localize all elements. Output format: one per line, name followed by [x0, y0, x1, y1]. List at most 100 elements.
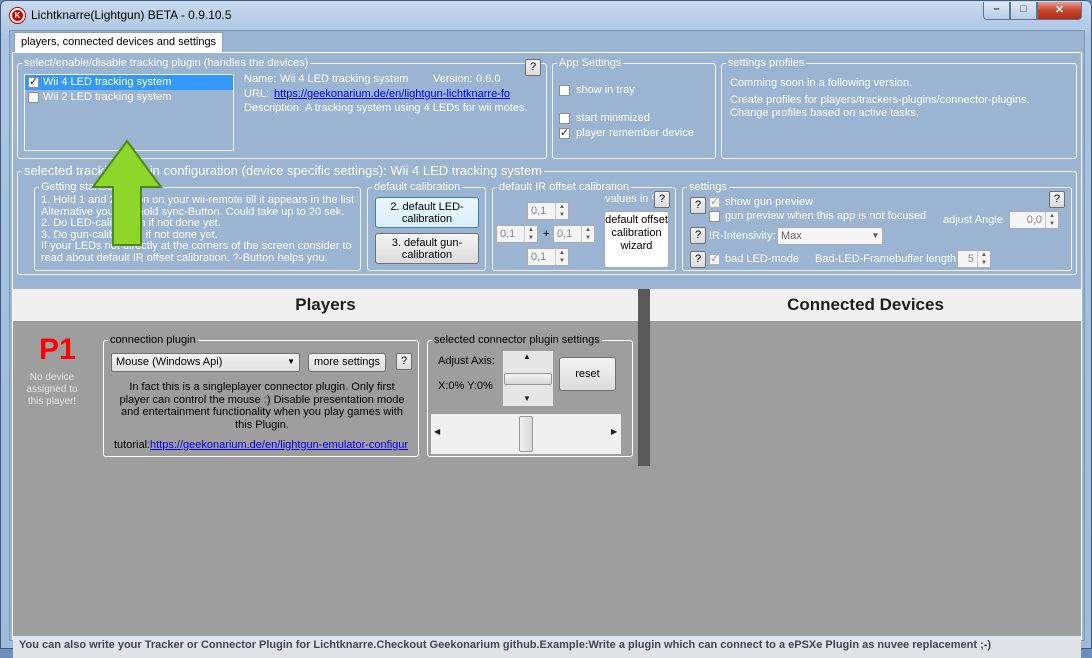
- tracking-settings-legend: settings: [687, 181, 729, 193]
- tracking-settings-group: settings ? show gun preview ? gun previe…: [682, 181, 1072, 271]
- horizontal-scroll-thumb[interactable]: [519, 416, 533, 452]
- players-header: Players: [13, 289, 638, 321]
- preview-help-button[interactable]: ?: [690, 197, 706, 214]
- panel-splitter[interactable]: [638, 289, 650, 466]
- start-minimized-label: start minimized: [576, 112, 650, 124]
- connection-plugin-value: Mouse (Windows Api): [116, 356, 223, 368]
- plugin-description: A tracking system using 4 LEDs for wii m…: [305, 102, 528, 114]
- ir-intensity-select[interactable]: Max ▼: [777, 227, 883, 245]
- adjust-angle-spinner[interactable]: 0,0 ▲ ▼: [1009, 211, 1059, 229]
- offset-bottom-spinner[interactable]: 0,1 ▲ ▼: [527, 248, 569, 266]
- list-item-wii2[interactable]: Wii 2 LED tracking system: [43, 91, 171, 103]
- settings-help-button[interactable]: ?: [1049, 191, 1065, 208]
- show-in-tray-checkbox[interactable]: [559, 85, 570, 96]
- tab-players-devices-settings[interactable]: players, connected devices and settings: [14, 32, 224, 52]
- app-settings-legend: App Settings: [557, 57, 624, 69]
- tutorial-link[interactable]: https://geekonarium.de/en/lightgun-emula…: [150, 439, 408, 451]
- app-settings-group: App Settings show in tray start minimize…: [552, 57, 716, 159]
- list-item-wii4[interactable]: Wii 4 LED tracking system: [43, 76, 171, 88]
- spinner-arrows-icon[interactable]: ▲ ▼: [581, 226, 594, 242]
- settings-profiles-legend: settings profiles: [726, 57, 807, 69]
- offset-top-spinner[interactable]: 0,1 ▲ ▼: [527, 202, 569, 220]
- plugin-url-link[interactable]: https://geekonarium.de/en/lightgun-licht…: [274, 88, 510, 100]
- close-button[interactable]: ✕: [1037, 2, 1082, 20]
- offset-right-spinner[interactable]: 0,1 ▲ ▼: [553, 225, 595, 243]
- plugin-name-value: Wii 4 LED tracking system: [280, 73, 409, 85]
- offset-left-spinner[interactable]: 0,1 ▲ ▼: [496, 225, 538, 243]
- profiles-text-3: Change profiles based on active tasks.: [730, 107, 919, 119]
- bad-led-label: bad LED-mode: [725, 253, 799, 265]
- profiles-text-2: Create profiles for players/trackers-plu…: [730, 94, 1030, 106]
- spinner-arrows-icon[interactable]: ▲ ▼: [1045, 212, 1058, 228]
- adjust-axis-label: Adjust Axis:: [438, 355, 495, 367]
- remember-device-label: player remember device: [576, 127, 694, 139]
- offset-left-value: 0,1: [500, 228, 516, 240]
- vertical-scroll-thumb[interactable]: [504, 373, 552, 385]
- spinner-arrows-icon[interactable]: ▲ ▼: [977, 251, 990, 267]
- chevron-down-icon: ▼: [871, 231, 880, 240]
- values-in-percent-label: values in %: [605, 193, 662, 205]
- preview-unfocused-checkbox[interactable]: [709, 211, 720, 222]
- show-in-tray-label: show in tray: [576, 84, 635, 96]
- scroll-down-icon[interactable]: ▼: [523, 394, 531, 403]
- vertical-axis-scrollbar[interactable]: ▲ ▼: [503, 351, 553, 406]
- reset-button[interactable]: reset: [559, 357, 616, 391]
- scroll-up-icon[interactable]: ▲: [523, 352, 531, 361]
- tracking-help-button[interactable]: ?: [525, 59, 541, 76]
- plugin-config-group: selected tracking plugin configuration (…: [17, 164, 1077, 275]
- ir-offset-help-button[interactable]: ?: [654, 191, 670, 208]
- connection-help-button[interactable]: ?: [396, 353, 412, 370]
- ir-offset-legend: default IR offset calibration: [497, 181, 632, 193]
- offset-bottom-value: 0,1: [531, 251, 547, 263]
- minimize-icon: –: [993, 3, 1000, 15]
- maximize-icon: □: [1020, 3, 1027, 15]
- connection-plugin-group: connection plugin Mouse (Windows Api) ▼ m…: [103, 334, 419, 457]
- spinner-arrows-icon[interactable]: ▲ ▼: [524, 226, 537, 242]
- adjust-angle-label: adjust Angle:: [943, 214, 1006, 226]
- plugin-version-label: Version:: [433, 73, 473, 85]
- spinner-arrows-icon[interactable]: ▲ ▼: [555, 203, 568, 219]
- checkbox-wii4[interactable]: [28, 75, 39, 88]
- scroll-left-icon[interactable]: ◀: [434, 427, 440, 436]
- players-devices-area: Players Connected Devices P1 No device a…: [13, 289, 1081, 641]
- remember-device-checkbox[interactable]: [559, 126, 570, 139]
- tab-page: select/enable/disable tracking plugin (h…: [12, 52, 1082, 658]
- maximize-button[interactable]: □: [1010, 2, 1037, 20]
- bad-led-buffer-value: 5: [967, 253, 974, 265]
- spinner-arrows-icon[interactable]: ▲ ▼: [555, 249, 568, 265]
- scroll-right-icon[interactable]: ▶: [611, 427, 617, 436]
- ir-intensity-help-button[interactable]: ?: [690, 227, 706, 244]
- client-area: players, connected devices and settings …: [9, 30, 1085, 658]
- bad-led-checkbox[interactable]: [709, 252, 720, 265]
- gun-calibration-button[interactable]: 3. default gun-calibration: [375, 233, 479, 264]
- plugin-description-label: Description:: [244, 102, 303, 114]
- player-1-label: P1: [39, 333, 76, 366]
- ir-intensity-value: Max: [781, 230, 802, 242]
- checkbox-wii2[interactable]: [28, 92, 39, 103]
- bad-led-help-button[interactable]: ?: [690, 251, 706, 268]
- preview-unfocused-label: gun preview when this app is not focused: [725, 210, 927, 222]
- ir-intensity-label: IR-Intensivity:: [709, 230, 776, 242]
- chevron-down-icon: ▼: [287, 357, 295, 366]
- offset-wizard-button[interactable]: default offset calibration wizard: [604, 211, 669, 268]
- bad-led-buffer-spinner[interactable]: 5 ▲ ▼: [957, 250, 991, 268]
- connector-settings-legend: selected connector plugin settings: [432, 334, 602, 346]
- plugin-version-value: 0.6.0: [476, 73, 501, 85]
- title-bar[interactable]: K Lichtknarre(Lightgun) BETA - 0.9.10.5 …: [1, 1, 1091, 29]
- start-minimized-checkbox[interactable]: [559, 113, 570, 124]
- more-settings-button[interactable]: more settings: [308, 353, 386, 372]
- connection-plugin-description: In fact this is a singleplayer connector…: [119, 381, 405, 431]
- connector-settings-group: selected connector plugin settings Adjus…: [427, 334, 633, 457]
- tracking-plugin-legend: select/enable/disable tracking plugin (h…: [22, 57, 311, 69]
- show-preview-checkbox[interactable]: [709, 195, 720, 208]
- led-calibration-button[interactable]: 2. default LED-calibration: [375, 197, 479, 228]
- horizontal-axis-scrollbar[interactable]: ◀ ▶: [431, 414, 621, 454]
- connection-plugin-legend: connection plugin: [108, 334, 198, 346]
- connection-plugin-select[interactable]: Mouse (Windows Api) ▼: [111, 353, 300, 372]
- app-window: K Lichtknarre(Lightgun) BETA - 0.9.10.5 …: [0, 0, 1092, 658]
- offset-right-value: 0,1: [557, 228, 573, 240]
- up-arrow-icon: [91, 139, 163, 246]
- window-title: Lichtknarre(Lightgun) BETA - 0.9.10.5: [31, 8, 232, 22]
- plugin-name-label: Name:: [244, 73, 277, 85]
- minimize-button[interactable]: –: [983, 2, 1010, 20]
